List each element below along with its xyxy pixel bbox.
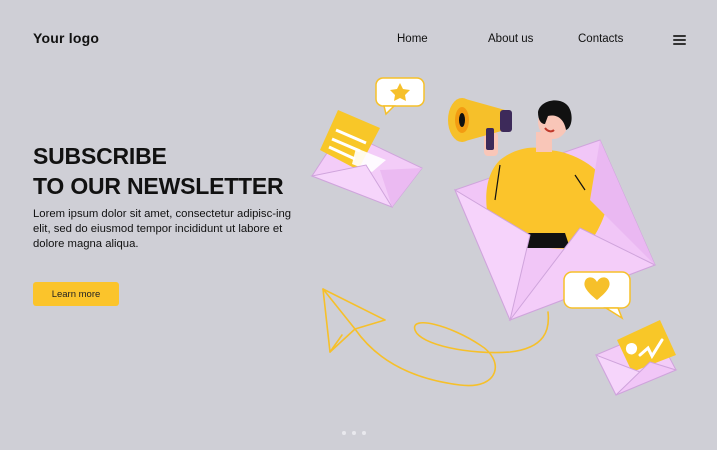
newsletter-illustration xyxy=(310,77,678,396)
megaphone-icon xyxy=(448,98,512,150)
star-icon xyxy=(375,77,425,116)
envelope-icon xyxy=(310,110,423,209)
envelope-icon xyxy=(594,320,678,396)
heart-icon xyxy=(563,271,631,320)
